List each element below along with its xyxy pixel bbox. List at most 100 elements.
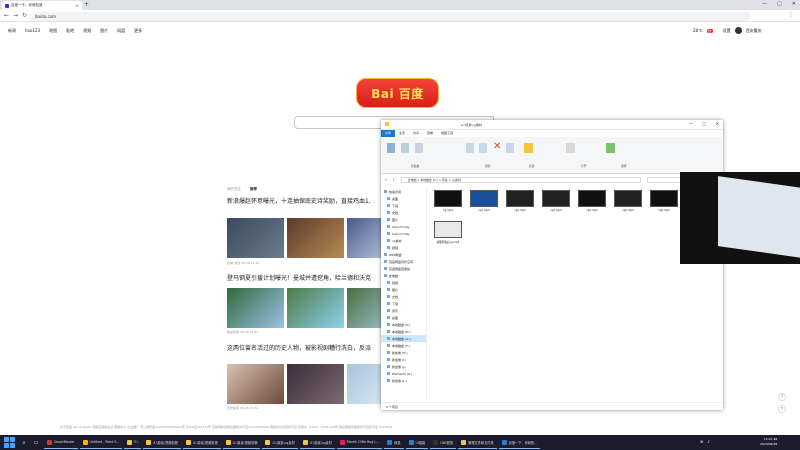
taskbar-app[interactable]: G:\原素\视频剪辑 [222,436,261,449]
new-folder-icon[interactable] [524,143,533,153]
nav-item[interactable]: 本地磁盘 (C:) [381,321,426,328]
nav-item[interactable]: 本地磁盘 (G:) [381,335,426,342]
feed-image[interactable] [287,364,344,404]
nav-item[interactable]: 百度网盘同步空间 [381,258,426,265]
file-item[interactable]: 缩略剪辑后cg.mp4 [433,221,463,249]
file-item[interactable]: cg6.mp4 [649,190,679,218]
taskbar-clock[interactable]: 15:07:48 2023/06/28 [760,437,777,446]
feed-images-2[interactable] [227,288,404,328]
minimize-icon[interactable]: — [762,1,767,7]
nav-item[interactable]: 下载 [381,300,426,307]
ribbon-tab-share[interactable]: 共享 [409,130,423,137]
windows-start-icon[interactable] [4,437,15,448]
close-window-icon[interactable]: ✕ [792,1,796,7]
nav-item[interactable]: Call of Duty [381,223,426,230]
back-to-top-button[interactable]: ↑ [778,405,786,413]
browser-tab[interactable]: 百度一下，你就知道 × [2,1,82,10]
task-view-icon[interactable]: ▭ [30,438,42,448]
new-tab-button[interactable]: + [84,1,89,8]
paste-icon[interactable] [415,143,423,153]
explorer-address-bar[interactable]: 此电脑 > 本地磁盘 (G:) > 原素 > cg素材 [401,177,641,183]
select-all-icon[interactable] [606,143,615,153]
feed-image[interactable] [287,218,344,258]
taskbar-app[interactable]: E:\ [124,436,142,449]
nav-item[interactable]: 下载 [381,202,426,209]
nav-pan[interactable]: 网盘 [117,28,125,34]
feed-title-2[interactable]: 登马钢夏引援计划曝光！曼城并遭挖角，哈兰德和沃克 [227,275,387,283]
up-icon[interactable]: ↑ [392,177,395,182]
reload-icon[interactable]: ↻ [22,12,27,19]
taskbar-app[interactable]: Ui组装 [405,436,429,449]
close-window-icon[interactable]: ✕ [716,121,719,126]
nav-item[interactable]: 图片 [381,216,426,223]
nav-news[interactable]: 新闻 [8,28,16,34]
feed-image[interactable] [227,288,284,328]
nav-item[interactable]: 图片 [381,286,426,293]
nav-map[interactable]: 地图 [49,28,57,34]
feed-title-1[interactable]: 新浪爆赵怀意曝光，十连抽保底史诗奖励，直接鸡血1, [227,198,387,206]
taskbar-app[interactable]: SmartMaster [44,436,78,449]
file-item[interactable]: cg3.mp4 [541,190,571,218]
network-icon[interactable]: ≋ [700,439,703,444]
nav-item[interactable]: 视频 [381,244,426,251]
feed-title-3[interactable]: 这两位曾名活过的历史人物，被影视剧糟行洗白，反派 [227,345,387,353]
search-icon[interactable]: ⌕ [18,438,30,448]
ribbon-tab-file[interactable]: 文件 [381,130,396,137]
user-name[interactable]: 西安重庆 [746,28,762,34]
feed-images-3[interactable] [227,364,404,404]
tab-following[interactable]: 我的关注 [227,187,241,192]
copy-to-icon[interactable] [479,143,487,153]
file-item[interactable]: cg4.mp4 [577,190,607,218]
nav-item[interactable]: 文档 [381,293,426,300]
taskbar-app[interactable]: G:\原素\cg素材 [262,436,298,449]
nav-item[interactable]: 视频 [381,279,426,286]
nav-item[interactable]: 新加卷 (L:) [381,377,426,384]
taskbar-app[interactable]: Month Cliffe Bug L... [336,436,383,449]
feed-image[interactable] [287,288,344,328]
browser-menu-icon[interactable]: ⋮ [788,11,794,18]
nav-video[interactable]: 视频 [83,28,91,34]
taskbar-app[interactable]: 管理文件和文件夹 [458,436,497,449]
nav-tieba[interactable]: 贴吧 [66,28,74,34]
nav-item[interactable]: 本地磁盘 (D:) [381,328,426,335]
close-tab-icon[interactable]: × [76,3,79,8]
back-icon[interactable]: ← [4,12,9,19]
file-item[interactable]: cg1.mp4 [469,190,499,218]
nav-item[interactable]: 桌面 [381,195,426,202]
nav-image[interactable]: 图片 [100,28,108,34]
nav-item[interactable]: 桌面 [381,314,426,321]
nav-item[interactable]: 新加卷 (I:) [381,356,426,363]
properties-icon[interactable] [566,143,575,153]
minimize-icon[interactable]: — [689,121,693,126]
taskbar-app[interactable]: 网易 [384,436,404,449]
feed-image[interactable] [227,218,284,258]
taskbar-app[interactable]: G:\原素\视频剪辑 [182,436,221,449]
nav-more[interactable]: 更多 [134,28,142,34]
taskbar-app[interactable]: G:\原素\cg素材 [299,436,335,449]
taskbar-app[interactable]: OBS回放 [430,436,457,449]
nav-item[interactable]: WPS网盘 [381,251,426,258]
nav-item[interactable]: 新加卷 (J:) [381,363,426,370]
delete-icon[interactable]: ✕ [493,141,501,152]
forward-icon[interactable]: → [13,12,18,19]
nav-item[interactable]: cg素材 [381,237,426,244]
nav-item[interactable]: 音乐 [381,307,426,314]
maximize-icon[interactable]: ▢ [702,121,706,126]
ribbon-tab-home[interactable]: 主页 [395,130,409,137]
pin-icon[interactable] [387,143,395,153]
copy-icon[interactable] [401,143,409,153]
nav-item[interactable]: 文档 [381,209,426,216]
rename-icon[interactable] [506,143,514,153]
file-item[interactable]: cg5.mp4 [613,190,643,218]
address-bar[interactable]: baidu.com [30,11,750,21]
taskbar-app[interactable]: 百度一下，你就知... [498,436,541,449]
weather-temp[interactable]: 28℃ [693,28,703,33]
volume-icon[interactable]: ♪ [707,439,710,444]
feed-images-1[interactable] [227,218,404,258]
settings-link[interactable]: 设置 [723,28,731,34]
maximize-icon[interactable]: ▢ [777,1,782,7]
baidu-logo[interactable]: Bai 百度 [356,78,439,108]
back-icon[interactable]: ← [385,177,388,182]
file-item[interactable]: cg2.mp4 [505,190,535,218]
nav-item[interactable]: 快速访问 [381,188,426,195]
